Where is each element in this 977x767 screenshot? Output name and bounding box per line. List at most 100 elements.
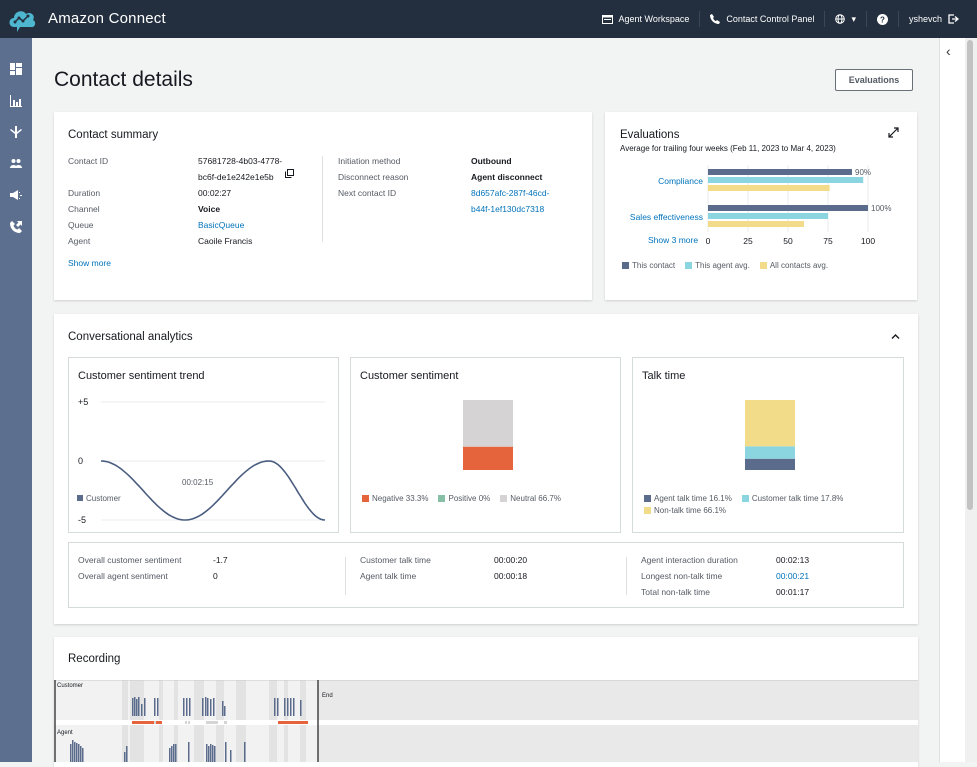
customer-sentiment-title: Customer sentiment <box>360 370 459 382</box>
legend-label: Neutral 66.7% <box>510 494 561 503</box>
stack-segment-agent-talk-time <box>745 458 795 470</box>
initiation-method-value: Outbound <box>471 156 512 166</box>
customer-waveform-bar <box>157 698 159 716</box>
total-non-talk-time-label: Total non-talk time <box>641 587 710 597</box>
stack-segment-neutral <box>463 400 513 447</box>
conversational-analytics-card: Conversational analytics Customer sentim… <box>54 314 918 624</box>
negative-sentiment-marker <box>278 721 308 724</box>
tooltip-time-label: 00:02:15 <box>182 478 214 487</box>
customer-waveform-bar <box>277 698 279 716</box>
overall-agent-sentiment-value: 0 <box>213 571 218 581</box>
category-label-link[interactable]: Sales effectiveness <box>630 212 703 222</box>
legend-swatch <box>438 495 446 502</box>
routing-icon[interactable] <box>10 125 22 138</box>
x-tick-label: 100 <box>861 236 875 246</box>
copy-icon[interactable] <box>285 169 294 178</box>
legend-label: Agent talk time 16.1% <box>654 494 732 503</box>
stats-divider-2 <box>626 557 627 595</box>
agent-waveform-bar <box>173 744 175 762</box>
agent-waveform-bar <box>70 744 72 762</box>
analytics-icon[interactable] <box>10 94 22 107</box>
evaluations-button[interactable]: Evaluations <box>835 69 913 91</box>
longest-non-talk-time-link[interactable]: 00:00:21 <box>776 571 809 581</box>
channels-phone-icon[interactable] <box>10 220 22 233</box>
agent-waveform-bar <box>210 744 212 762</box>
language-selector[interactable]: ▾ <box>825 11 867 27</box>
customer-talk-time-value: 00:00:20 <box>494 555 528 565</box>
help-icon: ? <box>876 13 888 25</box>
bar-this-contact <box>708 169 852 175</box>
agent-waveform-bar <box>78 744 80 762</box>
customer-waveform-bar <box>154 698 156 716</box>
sign-out-icon[interactable] <box>948 14 959 24</box>
overall-agent-sentiment-label: Overall agent sentiment <box>78 571 168 581</box>
legend-item: Negative 33.3% <box>362 494 428 503</box>
agent-waveform-bar <box>208 746 210 762</box>
campaigns-megaphone-icon[interactable] <box>10 188 22 200</box>
top-navigation-bar: Amazon Connect Agent Workspace Contact C… <box>0 0 977 38</box>
show-3-more-link[interactable]: Show 3 more <box>648 235 698 245</box>
expand-icon[interactable] <box>888 127 899 138</box>
sentiment-trend-title: Customer sentiment trend <box>78 370 205 382</box>
recording-card: Recording Customer Agent End <box>54 637 918 767</box>
chevron-up-icon[interactable] <box>891 333 900 340</box>
agent-waveform-bar <box>72 740 74 762</box>
customer-waveform-bar <box>207 698 209 716</box>
scrollbar-thumb[interactable] <box>967 40 973 510</box>
contact-control-panel-label: Contact Control Panel <box>726 14 815 24</box>
next-contact-id-link-line1[interactable]: 8d657afc-287f-46cd- <box>471 188 549 198</box>
page-title: Contact details <box>54 68 193 91</box>
agent-workspace-link[interactable]: Agent Workspace <box>592 11 701 27</box>
bar-this-agent-avg- <box>708 177 864 183</box>
agent-waveform-bar <box>212 745 214 762</box>
customer-waveform-bar <box>189 698 191 716</box>
show-more-link[interactable]: Show more <box>68 258 111 268</box>
customer-waveform-bar <box>141 704 143 716</box>
legend-item: All contacts avg. <box>759 261 829 270</box>
customer-waveform-bar <box>290 698 292 716</box>
stats-divider-1 <box>345 557 346 595</box>
agent-waveform-bar <box>171 746 173 762</box>
legend-label: This contact <box>632 261 676 270</box>
globe-icon <box>835 14 846 24</box>
evaluations-subtitle: Average for trailing four weeks (Feb 11,… <box>620 144 836 153</box>
y-tick-label: 0 <box>78 456 83 466</box>
recording-title: Recording <box>68 653 121 665</box>
category-label-link[interactable]: Compliance <box>658 176 703 186</box>
recording-waveform[interactable] <box>54 680 918 762</box>
legend-label: All contacts avg. <box>769 261 829 270</box>
customer-waveform-bar <box>293 698 295 716</box>
agent-waveform-bar <box>82 748 84 762</box>
help-button[interactable]: ? <box>867 11 899 27</box>
agent-interaction-duration-value: 00:02:13 <box>776 555 810 565</box>
agent-waveform-bar <box>175 744 177 762</box>
channel-label: Channel <box>68 204 100 214</box>
stack-segment-negative <box>463 446 513 470</box>
dashboard-icon[interactable] <box>10 62 22 75</box>
overall-customer-sentiment-label: Overall customer sentiment <box>78 555 182 565</box>
queue-link[interactable]: BasicQueue <box>198 220 244 230</box>
agent-waveform-bar <box>76 743 78 762</box>
legend-swatch <box>644 507 651 514</box>
agent-waveform-bar <box>206 744 208 762</box>
customer-sentiment-panel: Customer sentiment Negative 33.3% Positiv… <box>350 357 621 533</box>
customer-waveform-bar <box>300 700 302 716</box>
initiation-method-label: Initiation method <box>338 156 401 166</box>
agent-track-label: Agent <box>57 730 73 736</box>
legend-swatch <box>500 495 508 502</box>
help-panel-rail <box>939 38 965 762</box>
customer-waveform-bar <box>224 706 226 716</box>
evaluations-card: Evaluations Average for trailing four we… <box>605 112 917 300</box>
user-menu[interactable]: yshevch <box>899 11 969 27</box>
chevron-left-icon[interactable]: ‹ <box>946 43 951 59</box>
stack-segment-customer-talk-time <box>745 446 795 459</box>
agent-waveform-bar <box>244 742 246 762</box>
talk-time-legend: Agent talk time 16.1% Customer talk time … <box>644 494 899 515</box>
legend-label: Customer <box>86 494 121 503</box>
legend-swatch <box>622 262 629 269</box>
users-icon[interactable] <box>10 156 22 168</box>
legend-label: Positive 0% <box>448 494 491 503</box>
contact-control-panel-link[interactable]: Contact Control Panel <box>700 11 826 27</box>
next-contact-id-link-line2[interactable]: b44f-1ef130dc7318 <box>471 204 544 214</box>
agent-waveform-bar <box>225 742 227 762</box>
